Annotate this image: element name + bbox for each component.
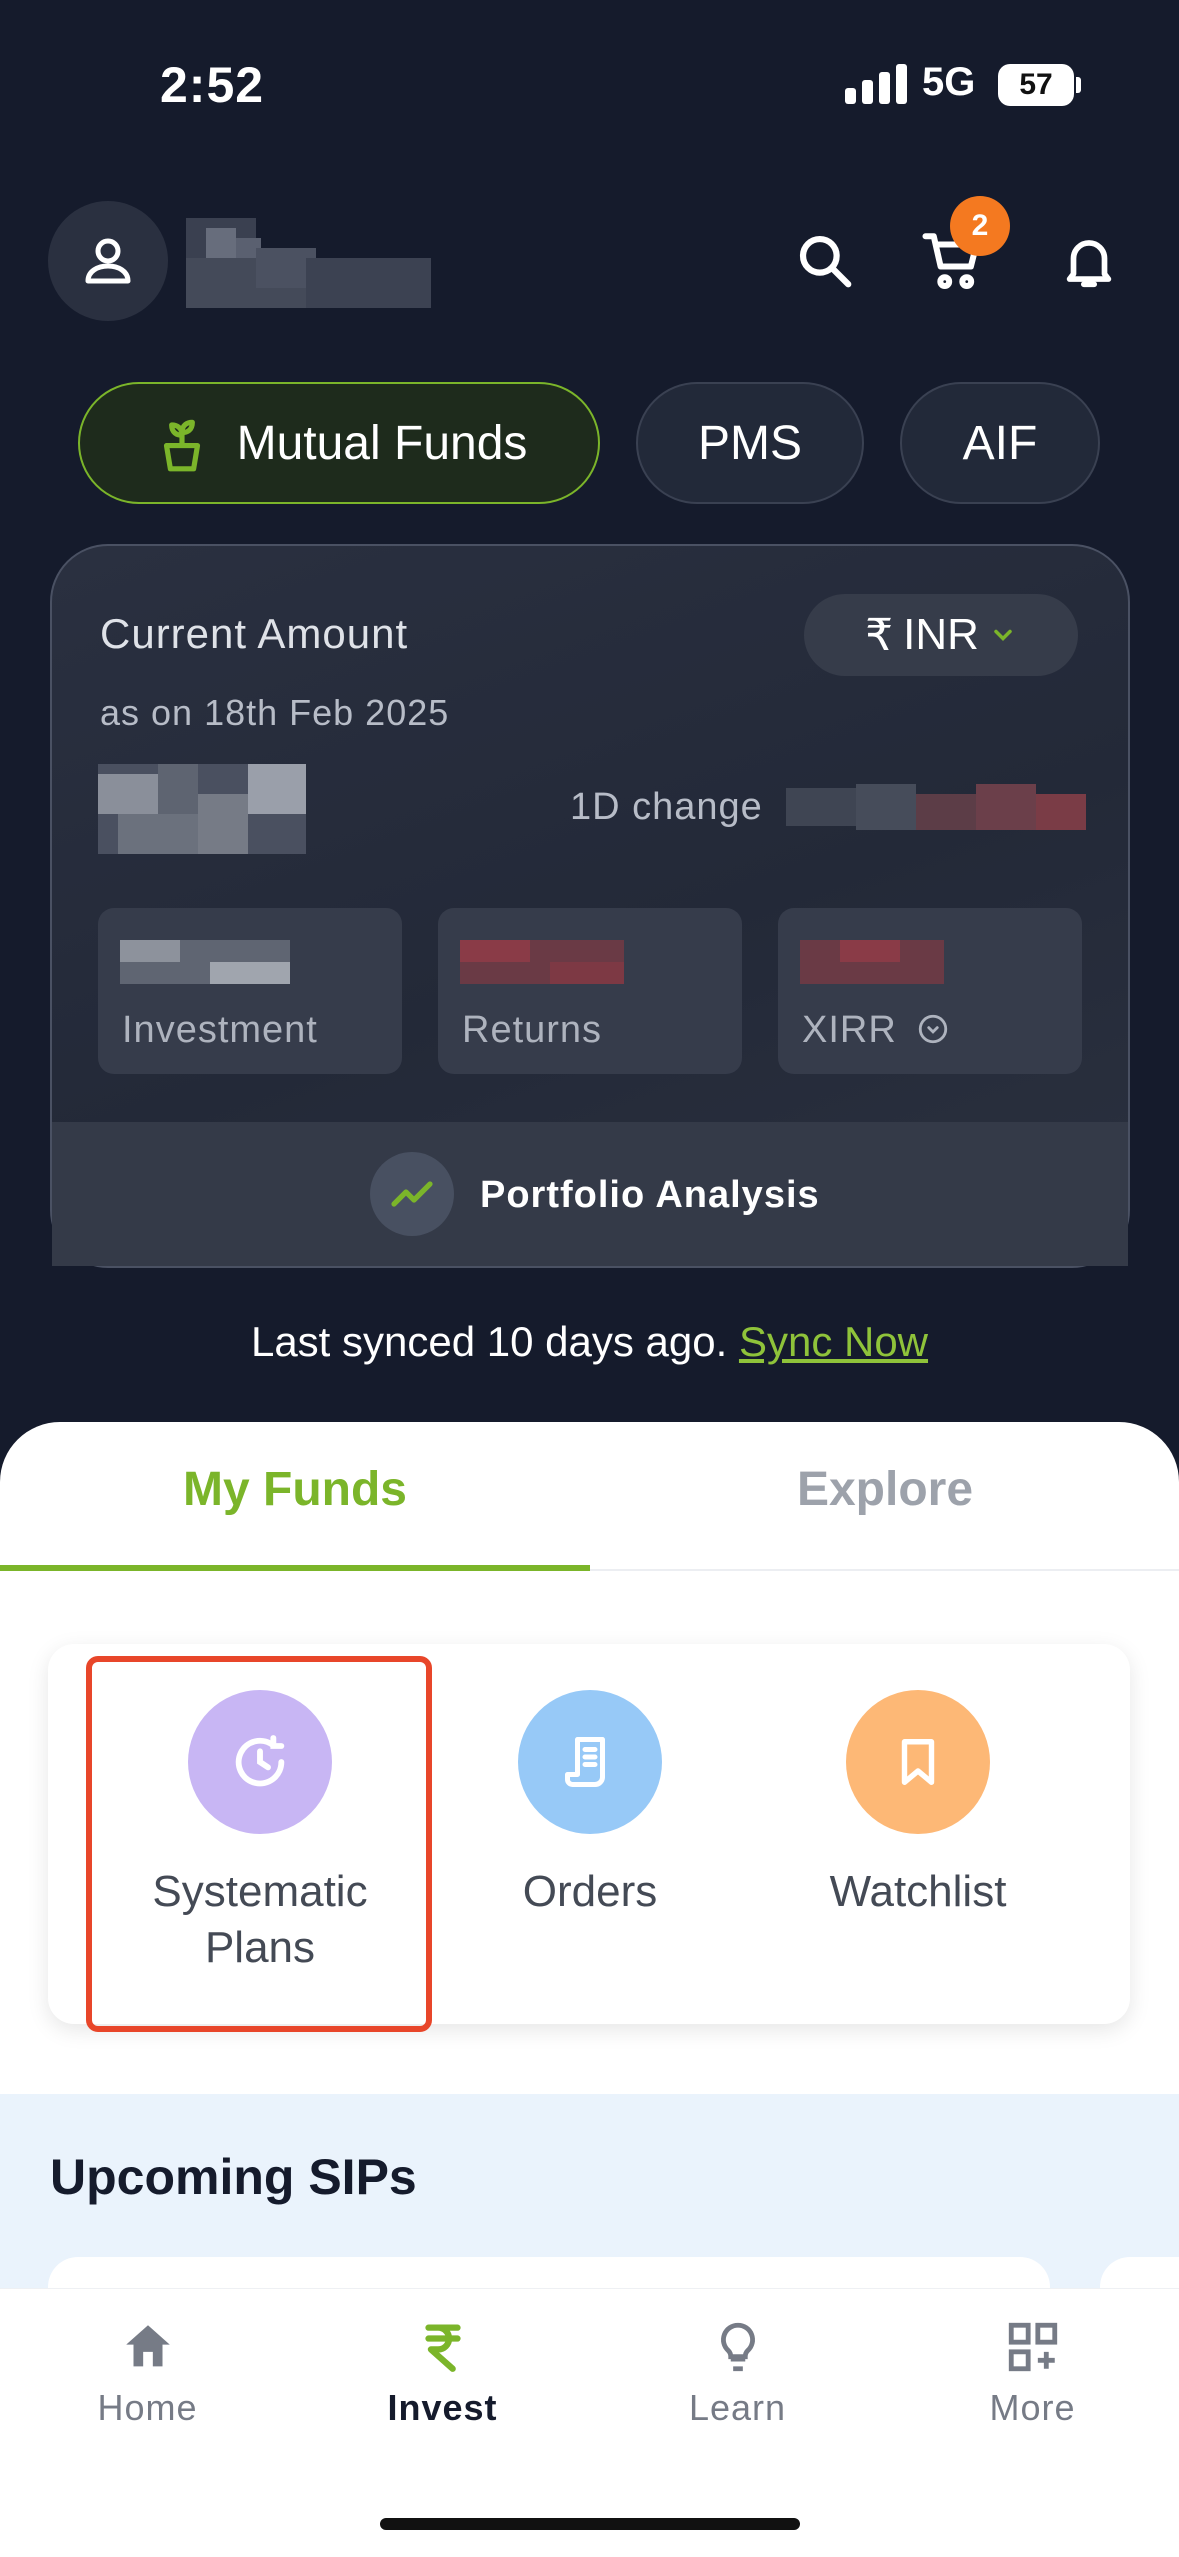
rupee-symbol: ₹ — [865, 610, 894, 660]
investment-tile: Investment — [98, 908, 402, 1074]
nav-invest[interactable]: Invest — [295, 2318, 590, 2429]
upcoming-sips-title: Upcoming SIPs — [50, 2149, 417, 2205]
notifications-button[interactable] — [1054, 226, 1124, 296]
nav-home-label: Home — [97, 2387, 198, 2428]
rupee-icon — [424, 2324, 461, 2372]
signal-icon — [845, 64, 907, 104]
cart-badge: 2 — [950, 196, 1010, 256]
analysis-icon-wrap — [370, 1152, 454, 1236]
xirr-label: XIRR — [802, 1009, 897, 1051]
returns-redacted — [460, 940, 624, 984]
status-time: 2:52 — [160, 57, 265, 113]
bookmark-icon — [901, 1739, 935, 1785]
chip-label: AIF — [962, 416, 1038, 470]
chip-aif[interactable]: AIF — [900, 382, 1100, 504]
trend-up-icon — [391, 1181, 433, 1207]
tab-active-indicator — [0, 1565, 590, 1571]
orders-icon-bg — [518, 1690, 662, 1834]
user-icon — [85, 238, 131, 284]
watchlist-button[interactable]: Watchlist — [768, 1690, 1068, 1920]
home-icon — [125, 2325, 170, 2367]
tab-my-funds[interactable]: My Funds — [0, 1462, 590, 1517]
currency-label: INR — [903, 610, 979, 659]
profile-avatar[interactable] — [48, 201, 168, 321]
receipt-icon — [565, 1737, 605, 1787]
search-icon — [799, 235, 852, 288]
current-amount-label: Current Amount — [100, 610, 409, 657]
chevron-down-icon — [994, 629, 1012, 641]
nav-more-label: More — [989, 2387, 1076, 2428]
bell-icon — [1066, 240, 1112, 288]
battery-level: 57 — [1019, 68, 1053, 101]
orders-button[interactable]: Orders — [440, 1690, 740, 1920]
chip-label: PMS — [697, 416, 802, 470]
one-day-change-label: 1D change — [570, 786, 763, 828]
as-on-date: as on 18th Feb 2025 — [100, 692, 450, 733]
sync-text: Last synced 10 days ago. — [250, 1318, 739, 1365]
xirr-label-wrap: XIRR — [802, 1009, 950, 1052]
search-button[interactable] — [790, 226, 860, 296]
grid-plus-icon — [1008, 2322, 1057, 2372]
xirr-tile: XIRR — [778, 908, 1082, 1074]
one-day-change-redacted — [786, 784, 1086, 830]
chip-mutual-funds[interactable]: Mutual Funds — [78, 382, 600, 504]
home-indicator — [380, 2518, 800, 2530]
nav-invest-label: Invest — [387, 2387, 498, 2428]
plant-icon — [163, 419, 200, 472]
battery-icon: 57 — [998, 64, 1074, 106]
xirr-redacted — [800, 940, 944, 984]
info-icon[interactable] — [916, 1012, 950, 1046]
nav-learn-label: Learn — [688, 2387, 787, 2428]
bulb-icon — [720, 2322, 755, 2372]
tab-explore[interactable]: Explore — [590, 1462, 1179, 1517]
network-type: 5G — [922, 60, 976, 104]
watchlist-label: Watchlist — [829, 1867, 1007, 1916]
sync-now-link[interactable]: Sync Now — [739, 1318, 928, 1365]
battery-tip — [1076, 77, 1081, 93]
chip-pms[interactable]: PMS — [636, 382, 864, 504]
investment-label: Investment — [122, 1009, 318, 1051]
orders-label: Orders — [522, 1867, 658, 1916]
returns-tile: Returns — [438, 908, 742, 1074]
user-name-redacted — [186, 218, 431, 308]
watchlist-icon-bg — [846, 1690, 990, 1834]
chip-label: Mutual Funds — [236, 416, 528, 470]
nav-more[interactable]: More — [885, 2318, 1179, 2429]
nav-learn[interactable]: Learn — [590, 2318, 885, 2429]
current-amount-redacted — [98, 764, 306, 854]
investment-redacted — [120, 940, 290, 984]
nav-home[interactable]: Home — [0, 2318, 295, 2429]
returns-label: Returns — [462, 1009, 603, 1051]
currency-selector[interactable]: ₹ INR — [804, 594, 1078, 676]
sync-status: Last synced 10 days ago. Sync Now — [0, 1318, 1179, 1366]
portfolio-analysis-label: Portfolio Analysis — [480, 1174, 820, 1216]
highlight-box — [86, 1656, 432, 2032]
